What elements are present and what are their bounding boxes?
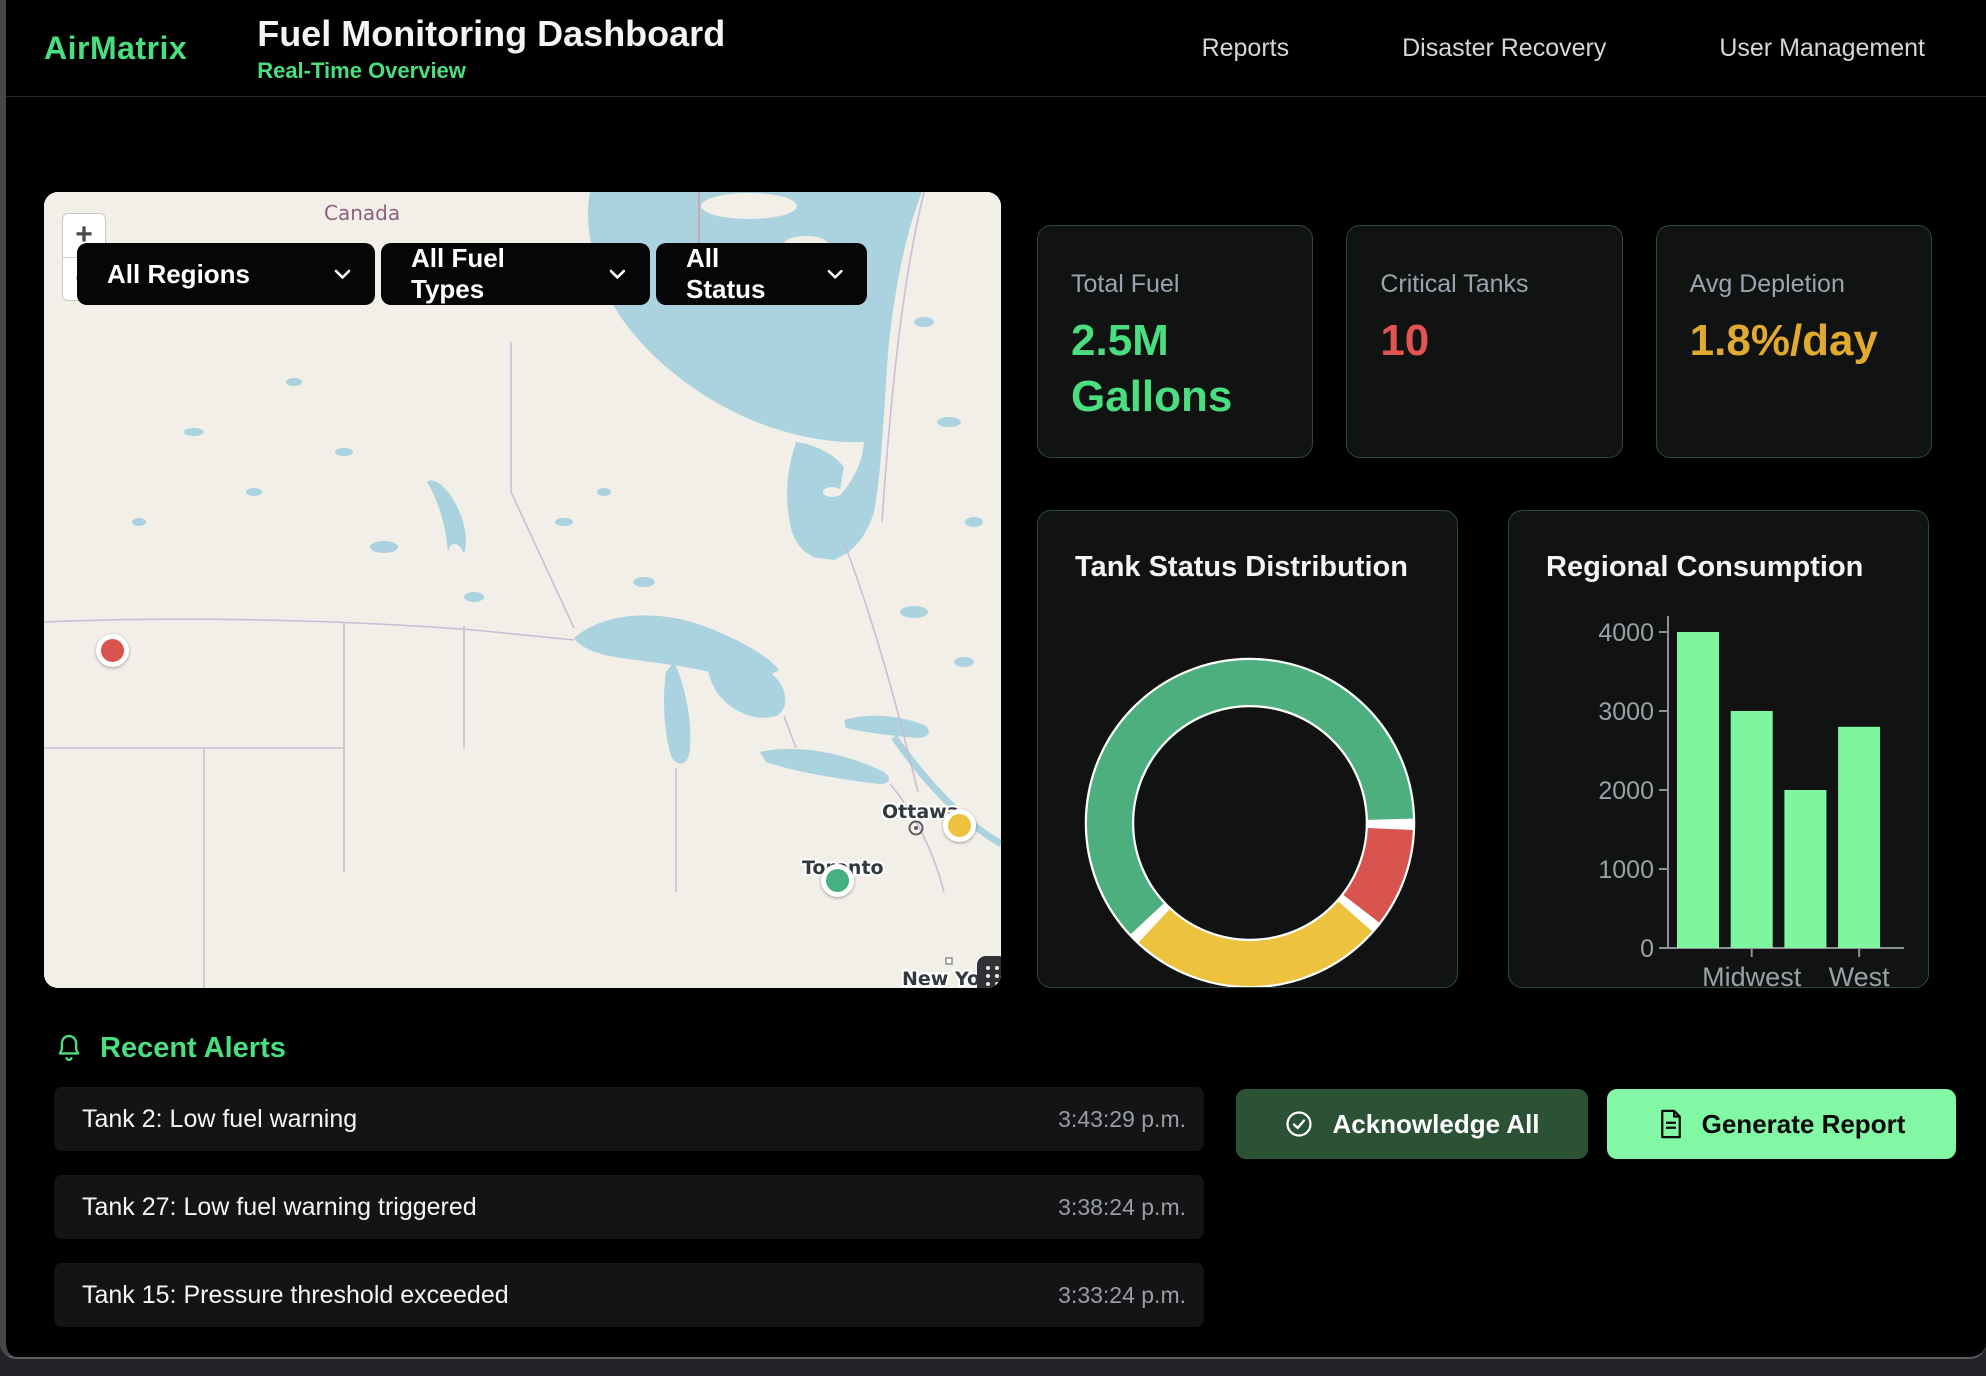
alert-time: 3:33:24 p.m. xyxy=(1058,1282,1186,1309)
new-york-city-icon xyxy=(946,958,952,964)
top-bar: AirMatrix Fuel Monitoring Dashboard Real… xyxy=(6,0,1986,97)
svg-text:4000: 4000 xyxy=(1598,619,1654,647)
alert-list: Tank 2: Low fuel warning 3:43:29 p.m. Ta… xyxy=(54,1087,1204,1327)
stat-label: Total Fuel xyxy=(1071,270,1284,299)
alerts-header: Recent Alerts xyxy=(54,1032,1204,1065)
map-filters: All Regions All Fuel Types All Status xyxy=(77,243,867,305)
alert-time: 3:43:29 p.m. xyxy=(1058,1106,1186,1133)
check-circle-icon xyxy=(1284,1109,1314,1139)
svg-text:0: 0 xyxy=(1640,935,1654,963)
nav-disaster-recovery[interactable]: Disaster Recovery xyxy=(1402,34,1606,63)
acknowledge-all-button[interactable]: Acknowledge All xyxy=(1236,1089,1588,1159)
fuel-map[interactable]: Canada Ottawa Toronto New York + − All xyxy=(44,192,1001,988)
generate-report-button[interactable]: Generate Report xyxy=(1607,1089,1956,1159)
nav-reports[interactable]: Reports xyxy=(1202,34,1290,63)
alert-message: Tank 15: Pressure threshold exceeded xyxy=(82,1281,509,1310)
svg-text:3000: 3000 xyxy=(1598,698,1654,726)
svg-text:West: West xyxy=(1829,962,1891,988)
alerts-list-panel: Recent Alerts Tank 2: Low fuel warning 3… xyxy=(54,1032,1204,1327)
regional-consumption-chart-card: Regional Consumption 01000200030004000Mi… xyxy=(1508,510,1929,988)
chevron-down-icon xyxy=(609,269,626,280)
brand-logo: AirMatrix xyxy=(44,30,187,67)
generate-report-label: Generate Report xyxy=(1702,1109,1906,1140)
map-canvas[interactable]: Canada Ottawa Toronto New York xyxy=(44,192,1001,988)
acknowledge-all-label: Acknowledge All xyxy=(1332,1109,1539,1140)
stat-label: Avg Depletion xyxy=(1690,270,1903,299)
alert-time: 3:38:24 p.m. xyxy=(1058,1194,1186,1221)
region-filter-value: All Regions xyxy=(107,259,250,290)
alerts-title: Recent Alerts xyxy=(100,1032,286,1065)
tank-marker-critical[interactable] xyxy=(96,634,129,667)
alert-row: Tank 2: Low fuel warning 3:43:29 p.m. xyxy=(54,1087,1204,1151)
chevron-down-icon xyxy=(827,269,843,280)
recent-alerts-section: Recent Alerts Tank 2: Low fuel warning 3… xyxy=(6,988,1986,1327)
stat-value: 2.5M Gallons xyxy=(1071,313,1284,426)
stat-label: Critical Tanks xyxy=(1380,270,1593,299)
right-panel: Total Fuel 2.5M Gallons Critical Tanks 1… xyxy=(1037,225,1932,988)
main-content: Canada Ottawa Toronto New York + − All xyxy=(6,97,1986,988)
chevron-down-icon xyxy=(334,269,351,280)
stat-cards: Total Fuel 2.5M Gallons Critical Tanks 1… xyxy=(1037,225,1932,458)
page-title: Fuel Monitoring Dashboard xyxy=(257,13,725,55)
main-nav: Reports Disaster Recovery User Managemen… xyxy=(1202,34,1986,63)
alert-message: Tank 2: Low fuel warning xyxy=(82,1105,357,1134)
fuel-type-filter-select[interactable]: All Fuel Types xyxy=(381,243,650,305)
window-bottom-strip xyxy=(0,1359,1986,1374)
page-subtitle: Real-Time Overview xyxy=(257,58,725,84)
status-filter-select[interactable]: All Status xyxy=(656,243,867,305)
svg-text:1000: 1000 xyxy=(1598,856,1654,884)
tank-marker-normal[interactable] xyxy=(821,864,854,897)
stat-avg-depletion: Avg Depletion 1.8%/day xyxy=(1656,225,1932,458)
dashboard-root: AirMatrix Fuel Monitoring Dashboard Real… xyxy=(0,0,1986,1359)
svg-text:Midwest: Midwest xyxy=(1702,962,1802,988)
stat-critical-tanks: Critical Tanks 10 xyxy=(1346,225,1622,458)
regional-consumption-bar-chart: 0 1000 2000 3000 4000 Midwest West xyxy=(1509,511,1929,988)
tank-status-chart-card: Tank Status Distribution xyxy=(1037,510,1458,988)
fuel-type-filter-value: All Fuel Types xyxy=(411,243,583,305)
svg-text:2000: 2000 xyxy=(1598,777,1654,805)
status-filter-value: All Status xyxy=(686,243,801,305)
chart-cards: Tank Status Distribution Regional Consum… xyxy=(1037,510,1932,988)
grip-icon[interactable] xyxy=(977,956,1001,988)
stat-value: 10 xyxy=(1380,313,1593,369)
alert-message: Tank 27: Low fuel warning triggered xyxy=(82,1193,477,1222)
stat-total-fuel: Total Fuel 2.5M Gallons xyxy=(1037,225,1313,458)
page-title-block: Fuel Monitoring Dashboard Real-Time Over… xyxy=(257,13,725,84)
tank-status-donut-chart xyxy=(1080,653,1420,988)
document-icon xyxy=(1658,1109,1684,1139)
alert-actions: Acknowledge All Generate Report xyxy=(1236,1089,1956,1327)
alert-row: Tank 15: Pressure threshold exceeded 3:3… xyxy=(54,1263,1204,1327)
region-filter-select[interactable]: All Regions xyxy=(77,243,375,305)
map-label-canada: Canada xyxy=(324,201,400,225)
alert-row: Tank 27: Low fuel warning triggered 3:38… xyxy=(54,1175,1204,1239)
tank-marker-warning[interactable] xyxy=(943,809,976,842)
bell-icon xyxy=(54,1033,84,1065)
stat-value: 1.8%/day xyxy=(1690,313,1903,369)
chart-title: Tank Status Distribution xyxy=(1038,511,1457,584)
nav-user-management[interactable]: User Management xyxy=(1719,34,1925,63)
